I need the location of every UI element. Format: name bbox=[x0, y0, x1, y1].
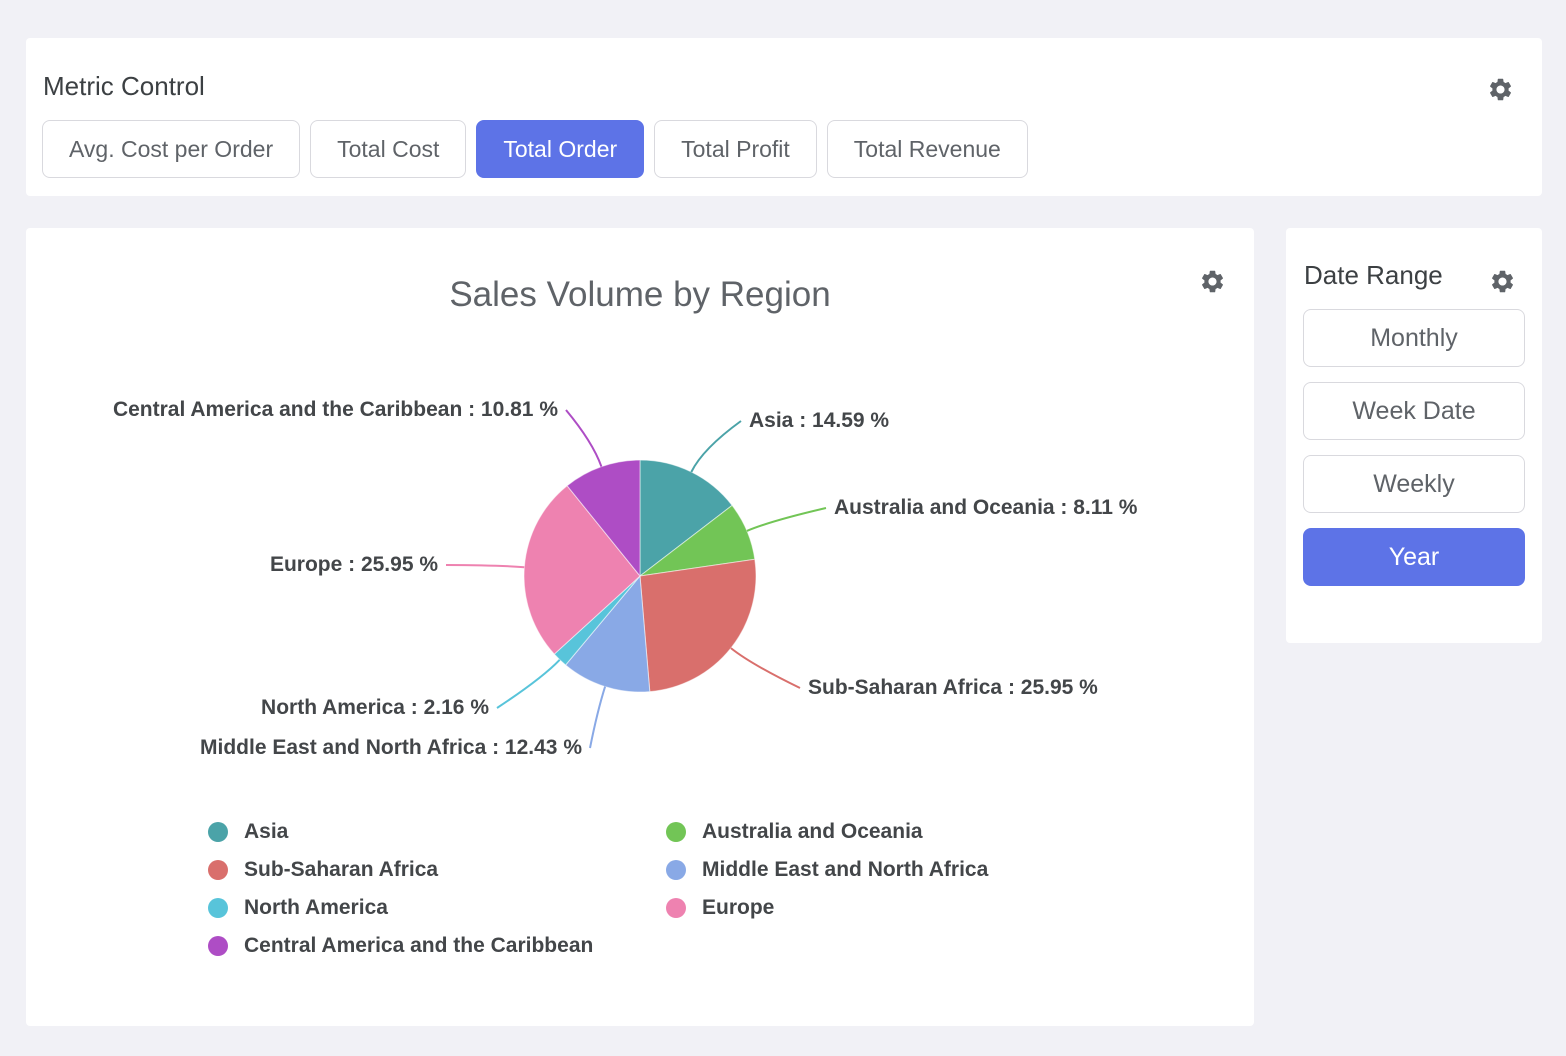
date-range-card: Date Range Monthly Week Date Weekly Year bbox=[1286, 228, 1542, 643]
pie-label-australia-and-oceania: Australia and Oceania : 8.11 % bbox=[834, 496, 1137, 520]
date-range-title: Date Range bbox=[1304, 260, 1443, 291]
pie-label-europe: Europe : 25.95 % bbox=[270, 553, 438, 577]
sales-volume-chart-card: Sales Volume by Region Asia : 14.59 %Aus… bbox=[26, 228, 1254, 1026]
leader-line-sub-saharan-africa bbox=[731, 648, 800, 688]
metric-button-group: Avg. Cost per OrderTotal CostTotal Order… bbox=[42, 120, 1028, 178]
legend-dot-middle-east-and-north-africa bbox=[666, 860, 686, 880]
legend-item-north-america[interactable]: North America bbox=[208, 896, 388, 920]
date-range-button-weekly[interactable]: Weekly bbox=[1303, 455, 1525, 513]
metric-button-avg-cost-per-order[interactable]: Avg. Cost per Order bbox=[42, 120, 300, 178]
legend-item-asia[interactable]: Asia bbox=[208, 820, 288, 844]
leader-line-europe bbox=[446, 565, 524, 567]
legend-item-central-america-and-the-caribbean[interactable]: Central America and the Caribbean bbox=[208, 934, 593, 958]
settings-gear-icon[interactable] bbox=[1489, 268, 1516, 295]
legend-dot-australia-and-oceania bbox=[666, 822, 686, 842]
date-range-button-week-date[interactable]: Week Date bbox=[1303, 382, 1525, 440]
date-range-button-group: Monthly Week Date Weekly Year bbox=[1303, 309, 1525, 586]
leader-line-middle-east-and-north-africa bbox=[590, 687, 605, 748]
legend-dot-europe bbox=[666, 898, 686, 918]
legend-label-asia: Asia bbox=[244, 820, 288, 844]
legend-item-middle-east-and-north-africa[interactable]: Middle East and North Africa bbox=[666, 858, 988, 882]
legend-label-north-america: North America bbox=[244, 896, 388, 920]
metric-control-card: Metric Control Avg. Cost per OrderTotal … bbox=[26, 38, 1542, 196]
legend-item-europe[interactable]: Europe bbox=[666, 896, 774, 920]
metric-control-title: Metric Control bbox=[43, 71, 205, 102]
legend-label-middle-east-and-north-africa: Middle East and North Africa bbox=[702, 858, 988, 882]
legend-label-sub-saharan-africa: Sub-Saharan Africa bbox=[244, 858, 438, 882]
pie-slice-sub-saharan-africa[interactable] bbox=[640, 559, 756, 691]
metric-button-total-revenue[interactable]: Total Revenue bbox=[827, 120, 1028, 178]
legend-item-australia-and-oceania[interactable]: Australia and Oceania bbox=[666, 820, 923, 844]
pie-label-asia: Asia : 14.59 % bbox=[749, 409, 889, 433]
leader-line-australia-and-oceania bbox=[747, 508, 826, 531]
leader-line-central-america-and-the-caribbean bbox=[566, 410, 601, 467]
legend-dot-central-america-and-the-caribbean bbox=[208, 936, 228, 956]
pie-label-central-america-and-the-caribbean: Central America and the Caribbean : 10.8… bbox=[113, 398, 558, 422]
legend-label-europe: Europe bbox=[702, 896, 774, 920]
legend-dot-asia bbox=[208, 822, 228, 842]
legend-label-australia-and-oceania: Australia and Oceania bbox=[702, 820, 923, 844]
leader-line-asia bbox=[691, 421, 741, 472]
legend-label-central-america-and-the-caribbean: Central America and the Caribbean bbox=[244, 934, 593, 958]
metric-button-total-profit[interactable]: Total Profit bbox=[654, 120, 817, 178]
legend-item-sub-saharan-africa[interactable]: Sub-Saharan Africa bbox=[208, 858, 438, 882]
leader-line-north-america bbox=[497, 660, 560, 708]
date-range-button-monthly[interactable]: Monthly bbox=[1303, 309, 1525, 367]
metric-button-total-order[interactable]: Total Order bbox=[476, 120, 644, 178]
legend-dot-sub-saharan-africa bbox=[208, 860, 228, 880]
pie-label-sub-saharan-africa: Sub-Saharan Africa : 25.95 % bbox=[808, 676, 1098, 700]
settings-gear-icon[interactable] bbox=[1487, 76, 1514, 103]
date-range-button-year[interactable]: Year bbox=[1303, 528, 1525, 586]
metric-button-total-cost[interactable]: Total Cost bbox=[310, 120, 466, 178]
legend-dot-north-america bbox=[208, 898, 228, 918]
pie-label-north-america: North America : 2.16 % bbox=[261, 696, 489, 720]
pie-label-middle-east-and-north-africa: Middle East and North Africa : 12.43 % bbox=[200, 736, 582, 760]
